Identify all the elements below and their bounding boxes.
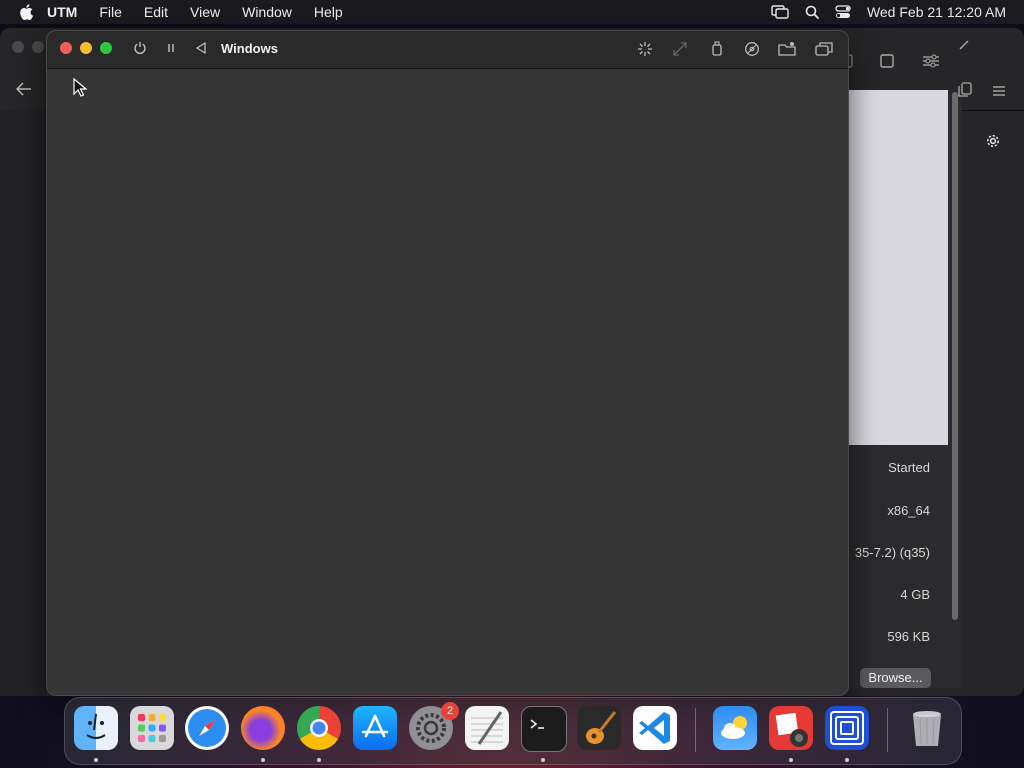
menu-edit[interactable]: Edit <box>144 4 168 20</box>
settings-notification-badge: 2 <box>441 702 459 720</box>
restart-back-icon[interactable] <box>195 41 207 60</box>
minimize-window-button[interactable] <box>80 42 92 54</box>
running-indicator <box>789 758 793 762</box>
screen-mirroring-icon[interactable] <box>771 5 789 19</box>
running-indicator <box>845 758 849 762</box>
browse-button[interactable]: Browse... <box>860 668 931 688</box>
menu-help[interactable]: Help <box>314 4 343 20</box>
gear-icon[interactable] <box>984 132 1002 155</box>
resize-display-icon[interactable] <box>672 41 688 62</box>
mouse-cursor-icon <box>73 78 87 97</box>
windows-switch-icon[interactable] <box>815 41 833 62</box>
firefox-icon[interactable] <box>241 706 285 750</box>
running-indicator <box>317 758 321 762</box>
utm-icon[interactable] <box>825 706 869 750</box>
weather-icon[interactable] <box>713 706 757 750</box>
chrome-icon[interactable] <box>297 706 341 750</box>
apple-menu-icon[interactable] <box>19 4 35 20</box>
stop-square-icon[interactable] <box>880 54 894 73</box>
control-center-icon[interactable] <box>835 5 851 19</box>
running-indicator <box>94 758 98 762</box>
trash-icon[interactable] <box>905 706 949 750</box>
dock-separator <box>695 708 696 752</box>
running-indicator <box>261 758 265 762</box>
finder-icon[interactable] <box>74 706 118 750</box>
edit-pencil-icon[interactable] <box>958 38 970 56</box>
vm-titlebar: Windows <box>47 31 848 69</box>
menu-bar: UTM File Edit View Window Help Wed Feb 2… <box>0 0 1024 24</box>
menu-view[interactable]: View <box>190 4 220 20</box>
zoom-window-button[interactable] <box>100 42 112 54</box>
vm-display-window[interactable]: Windows <box>46 30 849 696</box>
garageband-icon[interactable] <box>577 706 621 750</box>
spotlight-search-icon[interactable] <box>805 5 819 19</box>
back-arrow-icon[interactable] <box>15 82 32 101</box>
running-indicator <box>541 758 545 762</box>
textedit-icon[interactable] <box>465 706 509 750</box>
vm-preview[interactable] <box>848 90 948 445</box>
shared-folder-icon[interactable] <box>778 41 796 62</box>
menu-file[interactable]: File <box>99 4 122 20</box>
settings-sliders-icon[interactable] <box>922 54 940 73</box>
cd-disc-icon[interactable] <box>744 41 760 62</box>
pause-icon[interactable] <box>165 41 177 60</box>
vm-window-title: Windows <box>221 41 278 56</box>
clone-icon[interactable] <box>958 82 972 103</box>
menu-app-name[interactable]: UTM <box>47 4 77 20</box>
dock-separator <box>887 708 888 752</box>
details-scrollbar[interactable] <box>952 92 958 620</box>
menu-clock[interactable]: Wed Feb 21 12:20 AM <box>867 4 1006 20</box>
terminal-icon[interactable] <box>521 706 567 752</box>
safari-icon[interactable] <box>185 706 229 750</box>
photo-booth-icon[interactable] <box>769 706 813 750</box>
menu-window[interactable]: Window <box>242 4 292 20</box>
vscode-icon[interactable] <box>633 706 677 750</box>
capture-input-icon[interactable] <box>637 41 653 62</box>
list-menu-icon[interactable] <box>992 84 1006 102</box>
launchpad-icon[interactable] <box>130 706 174 750</box>
usb-drive-icon[interactable] <box>711 41 723 62</box>
close-window-button[interactable] <box>60 42 72 54</box>
traffic-lights <box>60 42 112 54</box>
dock: 2 <box>64 697 962 765</box>
app-store-icon[interactable] <box>353 706 397 750</box>
utm-sidebar <box>0 110 46 696</box>
power-icon[interactable] <box>133 41 147 60</box>
